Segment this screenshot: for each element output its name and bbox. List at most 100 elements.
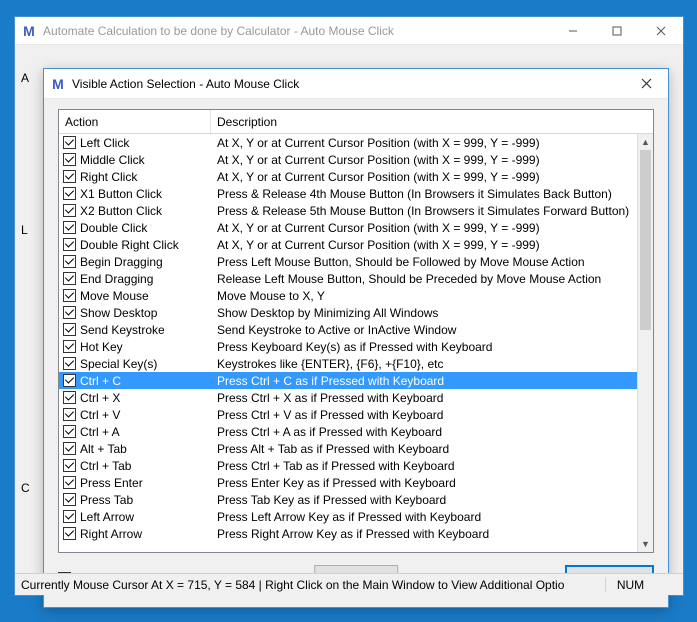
minimize-button[interactable] xyxy=(551,17,595,44)
checkbox-icon[interactable] xyxy=(63,238,76,251)
checkbox-icon[interactable] xyxy=(63,255,76,268)
maximize-button[interactable] xyxy=(595,17,639,44)
list-item[interactable]: Begin Dragging Press Left Mouse Button, S… xyxy=(59,253,637,270)
list-item[interactable]: Press EnterPress Enter Key as if Pressed… xyxy=(59,474,637,491)
status-num: NUM xyxy=(605,578,655,592)
action-label: X1 Button Click xyxy=(80,187,162,201)
list-item[interactable]: Ctrl + V Press Ctrl + V as if Pressed wit… xyxy=(59,406,637,423)
list-header[interactable]: Action Description xyxy=(59,110,653,134)
list-item[interactable]: Special Key(s) Keystrokes like {ENTER}, {… xyxy=(59,355,637,372)
dialog-body: Action Description Left Click At X, Y or … xyxy=(44,99,668,607)
list-item[interactable]: Left Arrow Press Left Arrow Key as if Pre… xyxy=(59,508,637,525)
checkbox-icon[interactable] xyxy=(63,153,76,166)
list-item[interactable]: Middle ClickAt X, Y or at Current Cursor… xyxy=(59,151,637,168)
action-label: Send Keystroke xyxy=(80,323,165,337)
action-description: Press Alt + Tab as if Pressed with Keybo… xyxy=(211,442,637,456)
checkbox-icon[interactable] xyxy=(63,306,76,319)
checkbox-icon[interactable] xyxy=(63,374,76,387)
action-description: Press & Release 5th Mouse Button (In Bro… xyxy=(211,204,637,218)
action-description: Press Left Arrow Key as if Pressed with … xyxy=(211,510,637,524)
list-item[interactable]: X1 Button ClickPress & Release 4th Mouse… xyxy=(59,185,637,202)
action-description: Press Ctrl + A as if Pressed with Keyboa… xyxy=(211,425,637,439)
action-label: Move Mouse xyxy=(80,289,149,303)
checkbox-icon[interactable] xyxy=(63,187,76,200)
list-item[interactable]: Left Click At X, Y or at Current Cursor P… xyxy=(59,134,637,151)
list-item[interactable]: Double ClickAt X, Y or at Current Cursor… xyxy=(59,219,637,236)
action-label: Left Click xyxy=(80,136,129,150)
action-label: Ctrl + C xyxy=(80,374,121,388)
action-list: Action Description Left Click At X, Y or … xyxy=(58,109,654,553)
action-description: Press Ctrl + Tab as if Pressed with Keyb… xyxy=(211,459,637,473)
action-description: At X, Y or at Current Cursor Position (w… xyxy=(211,136,637,150)
dialog-close-button[interactable] xyxy=(624,69,668,98)
vertical-scrollbar[interactable]: ▲ ▼ xyxy=(637,134,653,552)
window-controls xyxy=(551,17,683,44)
list-item[interactable]: Ctrl + XPress Ctrl + X as if Pressed wit… xyxy=(59,389,637,406)
main-window: M Automate Calculation to be done by Cal… xyxy=(14,16,684,596)
dialog-titlebar[interactable]: M Visible Action Selection - Auto Mouse … xyxy=(44,69,668,99)
checkbox-icon[interactable] xyxy=(63,442,76,455)
checkbox-icon[interactable] xyxy=(63,493,76,506)
checkbox-icon[interactable] xyxy=(63,221,76,234)
action-label: Alt + Tab xyxy=(80,442,127,456)
action-label: Ctrl + Tab xyxy=(80,459,131,473)
checkbox-icon[interactable] xyxy=(63,425,76,438)
checkbox-icon[interactable] xyxy=(63,289,76,302)
action-description: At X, Y or at Current Cursor Position (w… xyxy=(211,238,637,252)
list-item[interactable]: Right Arrow Press Right Arrow Key as if P… xyxy=(59,525,637,542)
checkbox-icon[interactable] xyxy=(63,272,76,285)
checkbox-icon[interactable] xyxy=(63,459,76,472)
action-label: Middle Click xyxy=(80,153,145,167)
list-scroll: Left Click At X, Y or at Current Cursor P… xyxy=(59,134,653,552)
main-titlebar[interactable]: M Automate Calculation to be done by Cal… xyxy=(15,17,683,45)
action-label: Special Key(s) xyxy=(80,357,157,371)
checkbox-icon[interactable] xyxy=(63,476,76,489)
list-item[interactable]: Right ClickAt X, Y or at Current Cursor … xyxy=(59,168,637,185)
scroll-thumb[interactable] xyxy=(640,150,651,330)
list-item[interactable]: Ctrl + A Press Ctrl + A as if Pressed wit… xyxy=(59,423,637,440)
action-description: Press Right Arrow Key as if Pressed with… xyxy=(211,527,637,541)
action-description: Press Ctrl + V as if Pressed with Keyboa… xyxy=(211,408,637,422)
scroll-down-icon[interactable]: ▼ xyxy=(638,536,653,552)
list-item[interactable]: X2 Button Click Press & Release 5th Mouse… xyxy=(59,202,637,219)
list-item[interactable]: Press TabPress Tab Key as if Pressed wit… xyxy=(59,491,637,508)
checkbox-icon[interactable] xyxy=(63,170,76,183)
action-description: Show Desktop by Minimizing All Windows xyxy=(211,306,637,320)
checkbox-icon[interactable] xyxy=(63,357,76,370)
checkbox-icon[interactable] xyxy=(63,323,76,336)
list-item[interactable]: Ctrl + CPress Ctrl + C as if Pressed wit… xyxy=(59,372,637,389)
list-item[interactable]: Ctrl + Tab Press Ctrl + Tab as if Pressed… xyxy=(59,457,637,474)
action-label: Left Arrow xyxy=(80,510,134,524)
checkbox-icon[interactable] xyxy=(63,136,76,149)
scroll-up-icon[interactable]: ▲ xyxy=(638,134,653,150)
main-title: Automate Calculation to be done by Calcu… xyxy=(43,24,551,38)
checkbox-icon[interactable] xyxy=(63,527,76,540)
action-label: Hot Key xyxy=(80,340,123,354)
action-description: Keystrokes like {ENTER}, {F6}, +{F10}, e… xyxy=(211,357,637,371)
list-item[interactable]: Hot KeyPress Keyboard Key(s) as if Press… xyxy=(59,338,637,355)
list-item[interactable]: Move Mouse Move Mouse to X, Y xyxy=(59,287,637,304)
list-item[interactable]: Alt + Tab Press Alt + Tab as if Pressed w… xyxy=(59,440,637,457)
action-description: Press Left Mouse Button, Should be Follo… xyxy=(211,255,637,269)
action-description: Press Ctrl + X as if Pressed with Keyboa… xyxy=(211,391,637,405)
action-description: Move Mouse to X, Y xyxy=(211,289,637,303)
action-description: Press Tab Key as if Pressed with Keyboar… xyxy=(211,493,637,507)
checkbox-icon[interactable] xyxy=(63,391,76,404)
checkbox-icon[interactable] xyxy=(63,408,76,421)
list-item[interactable]: End DraggingRelease Left Mouse Button, S… xyxy=(59,270,637,287)
list-item[interactable]: Show DesktopShow Desktop by Minimizing A… xyxy=(59,304,637,321)
checkbox-icon[interactable] xyxy=(63,340,76,353)
list-item[interactable]: Double Right ClickAt X, Y or at Current … xyxy=(59,236,637,253)
action-label: Ctrl + V xyxy=(80,408,120,422)
checkbox-icon[interactable] xyxy=(63,204,76,217)
column-header-action[interactable]: Action xyxy=(59,110,211,133)
close-button[interactable] xyxy=(639,17,683,44)
action-label: Ctrl + A xyxy=(80,425,120,439)
action-label: Right Arrow xyxy=(80,527,142,541)
column-header-description[interactable]: Description xyxy=(211,110,653,133)
list-item[interactable]: Send Keystroke Send Keystroke to Active o… xyxy=(59,321,637,338)
action-description: Send Keystroke to Active or InActive Win… xyxy=(211,323,637,337)
checkbox-icon[interactable] xyxy=(63,510,76,523)
action-label: Begin Dragging xyxy=(80,255,163,269)
action-label: X2 Button Click xyxy=(80,204,162,218)
